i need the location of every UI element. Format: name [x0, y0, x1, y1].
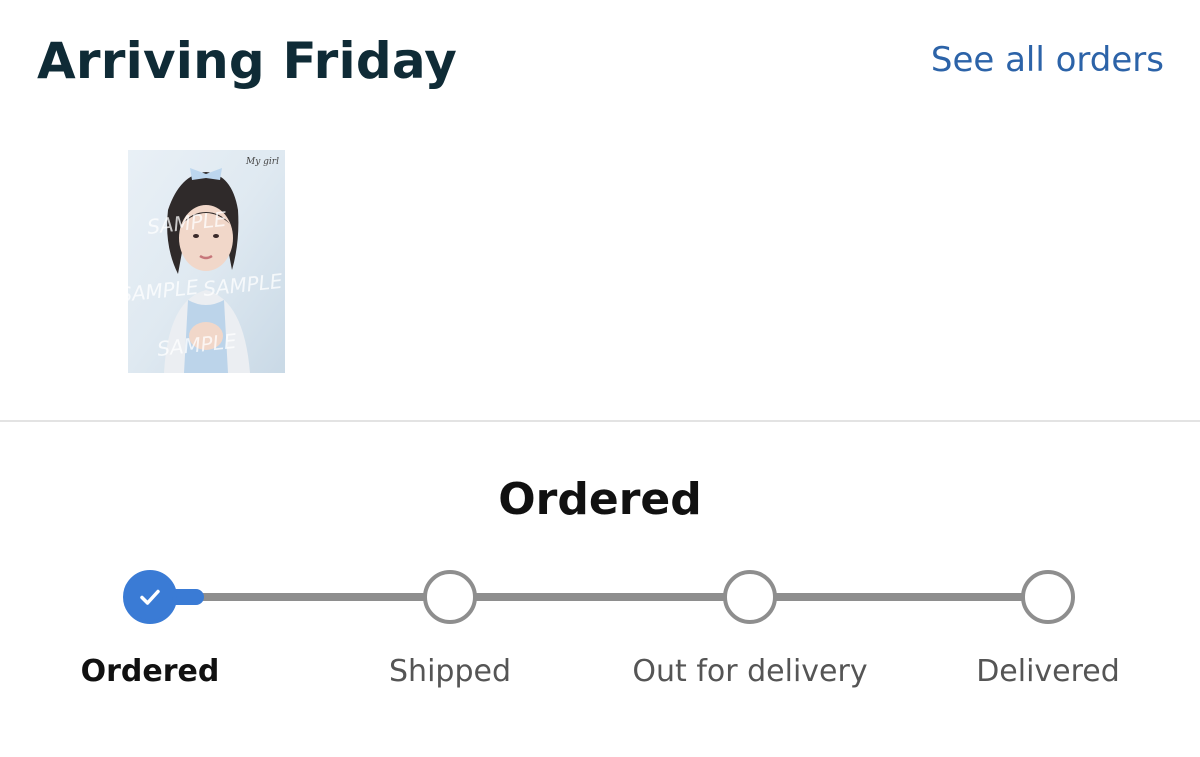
progress-tracker [0, 560, 1200, 640]
cover-title: My girl [245, 157, 279, 167]
progress-track [150, 593, 1048, 601]
step-node-ordered [123, 570, 177, 624]
product-thumbnail[interactable]: My girl SAMPLE SAMPLE SAMPLE SAMPLE [128, 150, 285, 373]
checkmark-icon [140, 589, 160, 605]
product-photo: My girl SAMPLE SAMPLE SAMPLE SAMPLE [128, 150, 285, 373]
step-node-delivered [1021, 570, 1075, 624]
step-node-shipped [423, 570, 477, 624]
step-label-ordered: Ordered [80, 654, 220, 689]
section-divider [0, 420, 1200, 422]
step-label-shipped: Shipped [389, 654, 511, 689]
see-all-orders-link[interactable]: See all orders [931, 40, 1164, 80]
order-tracking-card: Arriving Friday See all orders My girl S… [0, 0, 1200, 757]
arrival-title: Arriving Friday [37, 32, 458, 90]
status-heading: Ordered [498, 474, 702, 525]
step-node-out-for-delivery [723, 570, 777, 624]
step-label-out-for-delivery: Out for delivery [632, 654, 868, 689]
step-label-delivered: Delivered [976, 654, 1120, 689]
